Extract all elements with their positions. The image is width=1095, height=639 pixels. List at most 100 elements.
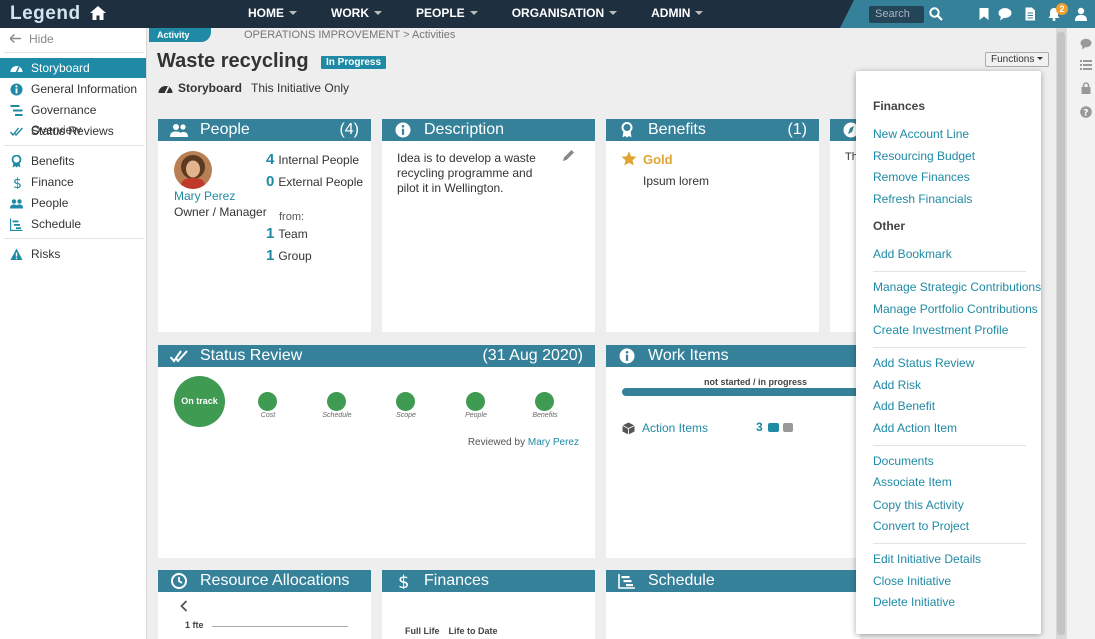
help-icon[interactable]: ? [1080,106,1092,118]
sidebar-hide-toggle[interactable]: Hide [10,32,54,46]
work-items-bar-label: not started / in progress [704,377,808,387]
menu-item-close-initiative[interactable]: Close Initiative [873,574,951,588]
chat-icon[interactable] [998,7,1012,21]
menu-item-add-bookmark[interactable]: Add Bookmark [873,247,952,261]
work-items-progress-bar[interactable] [622,388,862,396]
group-stat[interactable]: 1 Group [266,247,312,264]
dashboard-icon [158,86,173,94]
external-people-count: 0 [266,173,275,190]
group-label: Group [278,249,312,263]
menu-item-refresh-financials[interactable]: Refresh Financials [873,192,972,206]
action-items-link[interactable]: Action Items [642,421,708,435]
reviewer-link[interactable]: Mary Perez [528,437,579,448]
sidebar-item-benefits[interactable]: Benefits [0,151,146,171]
owner-role: Owner / Manager [174,205,267,219]
home-icon[interactable] [90,6,107,20]
chevron-left-icon[interactable] [180,600,188,612]
finances-card-header[interactable]: $ Finances [382,570,595,592]
cost-status-dot[interactable] [258,392,277,411]
description-card-header[interactable]: Description [382,119,595,141]
search-icon[interactable] [929,7,943,21]
action-items-count[interactable]: 3 [756,420,763,434]
menu-item-new-account-line[interactable]: New Account Line [873,127,969,141]
document-icon[interactable] [1023,7,1037,21]
breadcrumb[interactable]: OPERATIONS IMPROVEMENT > Activities [244,29,455,41]
menu-item-manage-strategic-contributions[interactable]: Manage Strategic Contributions [873,280,1041,294]
external-people-stat[interactable]: 0 External People [266,173,363,190]
menu-item-remove-finances[interactable]: Remove Finances [873,170,970,184]
bookmark-icon[interactable] [977,7,991,21]
search-input[interactable]: Search [869,6,924,23]
sidebar-item-people[interactable]: People [0,193,146,213]
menu-item-convert-to-project[interactable]: Convert to Project [873,519,969,533]
pencil-icon[interactable] [562,149,575,162]
page-title: Waste recycling [157,50,309,72]
sidebar-item-status-reviews[interactable]: Status Reviews [0,121,146,141]
menu-item-documents[interactable]: Documents [873,454,934,468]
chevron-down-icon [374,11,382,15]
menu-divider [873,271,1026,272]
arrow-left-icon [10,34,21,43]
nav-people[interactable]: PEOPLE [416,6,478,20]
comment-icon[interactable] [1080,38,1092,50]
benefits-card-header[interactable]: Benefits (1) [606,119,819,141]
menu-item-copy-activity[interactable]: Copy this Activity [873,498,964,512]
internal-people-stat[interactable]: 4 Internal People [266,151,359,168]
nav-work[interactable]: WORK [331,6,382,20]
nav-home[interactable]: HOME [248,6,297,20]
people-card-header[interactable]: People (4) [158,119,371,141]
sidebar-item-label: Storyboard [31,61,90,75]
lock-icon[interactable] [1080,82,1092,94]
avatar-image [174,151,212,189]
description-card: Description Idea is to develop a waste r… [382,119,595,332]
schedule-card-header[interactable]: Schedule [606,570,860,592]
user-icon[interactable] [1074,7,1088,21]
scrollbar-thumb[interactable] [1057,32,1065,635]
menu-item-delete-initiative[interactable]: Delete Initiative [873,595,955,609]
chevron-down-icon [1037,57,1044,60]
menu-item-add-status-review[interactable]: Add Status Review [873,356,974,370]
menu-item-resourcing-budget[interactable]: Resourcing Budget [873,149,975,163]
schedule-status-dot[interactable] [327,392,346,411]
sidebar-item-finance[interactable]: $ Finance [0,172,146,192]
app-logo[interactable]: Legend [10,3,107,25]
sidebar-item-risks[interactable]: Risks [0,244,146,264]
finances-columns: Full Life Life to Date [405,626,507,636]
people-icon [10,199,23,209]
sidebar-item-general-information[interactable]: General Information [0,79,146,99]
menu-divider [873,445,1026,446]
team-stat[interactable]: 1 Team [266,225,308,242]
storyboard-scope: Storyboard This Initiative Only [158,81,349,95]
sidebar-item-storyboard[interactable]: Storyboard [0,58,146,78]
work-items-card-header[interactable]: Work Items [606,345,860,367]
status-review-card-header[interactable]: Status Review (31 Aug 2020) [158,345,595,367]
sidebar-divider [4,238,144,239]
scope-status-dot[interactable] [396,392,415,411]
overall-status-indicator[interactable]: On track [174,376,225,427]
nav-admin[interactable]: ADMIN [651,6,704,20]
storyboard-scope-label[interactable]: This Initiative Only [251,81,349,95]
menu-item-create-investment-profile[interactable]: Create Investment Profile [873,323,1008,337]
owner-name-link[interactable]: Mary Perez [174,189,235,203]
menu-item-add-risk[interactable]: Add Risk [873,378,921,392]
menu-item-edit-initiative-details[interactable]: Edit Initiative Details [873,552,981,566]
menu-item-associate-item[interactable]: Associate Item [873,475,952,489]
activity-tab[interactable]: Activity [149,28,211,42]
benefits-count: (1) [787,121,807,138]
menu-item-add-benefit[interactable]: Add Benefit [873,399,935,413]
work-items-card: Work Items not started / in progress Act… [606,345,862,558]
sidebar-item-schedule[interactable]: Schedule [0,214,146,234]
menu-item-add-action-item[interactable]: Add Action Item [873,421,957,435]
benefits-status-dot[interactable] [535,392,554,411]
list-icon[interactable] [1080,59,1092,71]
benefit-item[interactable]: Ipsum lorem [643,174,709,188]
people-status-dot[interactable] [466,392,485,411]
resource-allocations-card-header[interactable]: Resource Allocations [158,570,371,592]
nav-organisation[interactable]: ORGANISATION [512,6,618,20]
menu-item-manage-portfolio-contributions[interactable]: Manage Portfolio Contributions [873,302,1038,316]
sidebar-item-governance-overview[interactable]: Governance Overview [0,100,146,137]
avatar[interactable] [174,151,212,189]
functions-button[interactable]: Functions [985,52,1050,67]
finances-col-life-to-date: Life to Date [448,626,498,636]
warning-icon [10,248,23,260]
